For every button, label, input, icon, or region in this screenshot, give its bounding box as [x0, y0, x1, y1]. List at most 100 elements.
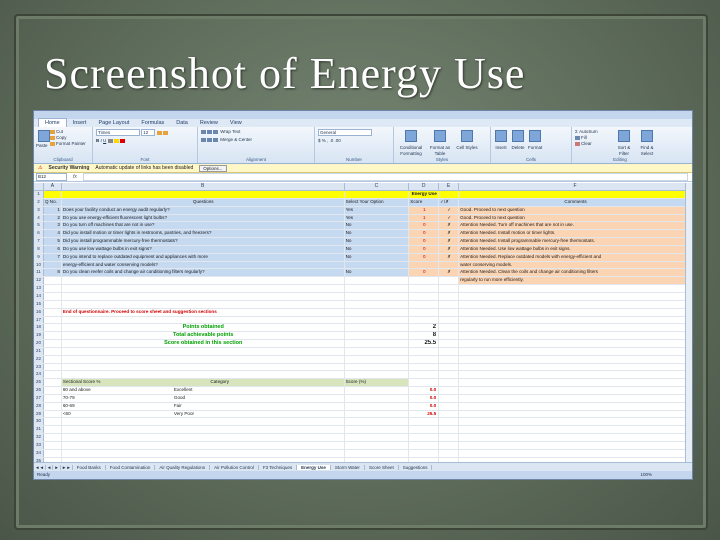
row-number[interactable]: 4	[34, 214, 44, 222]
cell-a[interactable]	[44, 394, 62, 402]
column-header-f[interactable]: F	[459, 183, 692, 190]
next-sheet-icon[interactable]: ►	[53, 464, 61, 470]
cell-c[interactable]	[345, 426, 410, 434]
cell-e[interactable]	[439, 434, 460, 441]
ribbon-tab-formulas[interactable]: Formulas	[135, 119, 170, 127]
cell-d[interactable]	[409, 300, 440, 308]
cell-c[interactable]	[345, 285, 410, 292]
cell-c[interactable]	[345, 300, 410, 308]
cell-c[interactable]	[345, 308, 410, 316]
cell-b[interactable]	[62, 442, 345, 449]
cell-d[interactable]	[409, 363, 440, 371]
row-number[interactable]: 15	[34, 300, 44, 308]
align-left-icon[interactable]	[201, 137, 206, 142]
align-center-icon[interactable]	[207, 137, 212, 142]
cell-d[interactable]: 0	[409, 269, 440, 277]
sheet-tab-air-quality-regulations[interactable]: Air Quality Regulations	[155, 464, 211, 470]
row-number[interactable]: 21	[34, 347, 44, 355]
row-number[interactable]: 32	[34, 434, 44, 441]
cell-a[interactable]	[43, 261, 62, 269]
cell-b[interactable]: Does your facility conduct an energy aud…	[61, 206, 345, 214]
cell-e[interactable]	[439, 418, 460, 426]
name-box[interactable]: B12	[36, 173, 67, 181]
delete-cells-button[interactable]: Delete	[511, 129, 525, 151]
select-all-corner[interactable]	[34, 183, 44, 190]
vertical-scrollbar[interactable]	[685, 183, 692, 463]
row-number[interactable]: 8	[34, 245, 44, 253]
cell-e[interactable]: ✓	[439, 214, 460, 222]
cell-e[interactable]	[439, 387, 460, 394]
cell-d[interactable]: 0	[409, 245, 440, 253]
cell-a[interactable]	[44, 371, 62, 379]
font-color-icon[interactable]	[119, 138, 125, 143]
cell-c[interactable]	[345, 324, 410, 332]
wrap-text-button[interactable]: Wrap Text	[220, 129, 240, 134]
cell-d[interactable]	[409, 261, 440, 269]
cell-f[interactable]: Attention Needed. Replace outdated model…	[459, 253, 692, 261]
format-cells-button[interactable]: Format	[528, 129, 542, 151]
format-painter-button[interactable]: Format Painter	[50, 141, 86, 147]
cell-e[interactable]	[439, 324, 460, 332]
cell-c[interactable]: No	[344, 269, 410, 277]
cell-b[interactable]: Do you use low wattage bulbs in exit sig…	[61, 245, 345, 253]
cell-b[interactable]: Do you clean reefer coils and change air…	[61, 269, 345, 277]
cell-e[interactable]: ✗	[439, 253, 460, 261]
cell-c[interactable]	[345, 332, 410, 340]
sheet-tab-f3-techniques[interactable]: F3 Techniques	[259, 464, 298, 470]
cell-d[interactable]	[409, 434, 440, 441]
sheet-tab-air-pollution-control[interactable]: Air Pollution Control	[210, 464, 259, 470]
cell-f[interactable]	[459, 449, 692, 457]
cell-c[interactable]	[345, 277, 410, 285]
row-number[interactable]: 10	[34, 261, 44, 269]
cell-d[interactable]	[409, 449, 440, 457]
cell-f[interactable]	[459, 316, 692, 324]
cell-c[interactable]	[345, 347, 410, 355]
cell-b[interactable]: Sectional Score % Category	[61, 379, 345, 387]
cell-d[interactable]	[409, 355, 440, 363]
cell-f[interactable]	[459, 340, 692, 347]
bold-icon[interactable]: B	[96, 138, 99, 143]
first-sheet-icon[interactable]: ◄◄	[34, 464, 46, 470]
cell-f[interactable]: Good. Proceed to next question	[459, 206, 692, 214]
cell-d[interactable]	[409, 371, 440, 379]
increase-decimal-icon[interactable]: .0	[330, 138, 334, 143]
row-number[interactable]: 11	[34, 269, 44, 277]
cell-f[interactable]	[459, 426, 692, 434]
ribbon-tab-review[interactable]: Review	[194, 119, 224, 127]
cell-d[interactable]: 25.5	[409, 410, 440, 418]
sheet-tab-storm-water[interactable]: Storm Water	[331, 464, 365, 470]
worksheet-grid[interactable]: ABCDEF 1 Energy Use 2 Q No. Questions Select …	[34, 183, 692, 479]
row-number[interactable]: 29	[34, 410, 44, 418]
cell-f[interactable]	[459, 387, 692, 394]
row-number[interactable]: 1	[34, 191, 44, 198]
cell-a[interactable]	[44, 442, 62, 449]
cell-c[interactable]	[345, 418, 410, 426]
cell-f[interactable]	[459, 292, 692, 300]
cell-styles-button[interactable]: Cell Styles	[455, 129, 479, 157]
cell-b[interactable]	[62, 418, 345, 426]
cell-b[interactable]: 60-69 Fair	[62, 402, 345, 410]
underline-icon[interactable]: U	[103, 138, 106, 143]
cell-e[interactable]	[439, 371, 460, 379]
cell-e[interactable]	[439, 426, 460, 434]
column-header-c[interactable]: C	[345, 183, 410, 190]
cell-c[interactable]	[345, 292, 410, 300]
cell-f[interactable]	[459, 402, 692, 410]
cell-c[interactable]	[345, 316, 410, 324]
cell-a[interactable]	[44, 434, 62, 441]
row-number[interactable]: 25	[34, 379, 44, 387]
cell-d[interactable]	[409, 379, 440, 387]
cell-e[interactable]: ✓/✗	[439, 198, 460, 206]
conditional-formatting-button[interactable]: Conditional Formatting	[397, 129, 425, 157]
cell-c[interactable]: No	[344, 222, 410, 230]
row-number[interactable]: 28	[34, 402, 44, 410]
row-number[interactable]: 17	[34, 316, 44, 324]
insert-cells-button[interactable]: Insert	[494, 129, 508, 151]
row-number[interactable]: 6	[34, 230, 44, 238]
cell-f[interactable]: Good. Proceed to next question	[459, 214, 692, 222]
cell-f[interactable]	[459, 371, 692, 379]
paste-icon[interactable]	[38, 130, 50, 142]
cell-c[interactable]	[345, 442, 410, 449]
cell-e[interactable]	[439, 292, 460, 300]
cell-a[interactable]: Q No.	[43, 198, 62, 206]
